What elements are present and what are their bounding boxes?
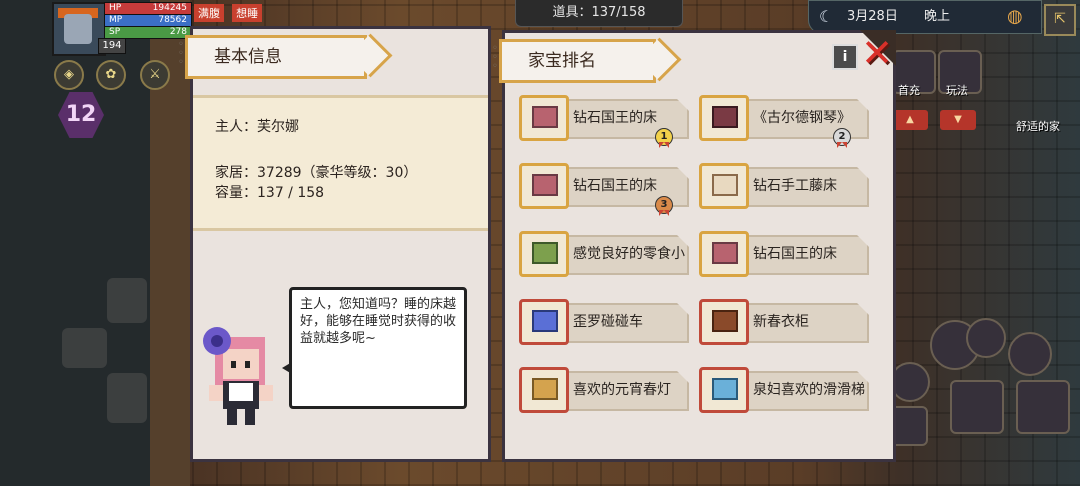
owner-text: 主人：芙尔娜	[215, 119, 299, 135]
lantern-icon	[519, 367, 569, 413]
item-name: 钻石手工藤床	[753, 178, 837, 194]
hp-label: HP	[109, 3, 122, 13]
items-count: 道具：137/158	[515, 0, 683, 27]
speech-bubble: 主人，您知道吗？睡的床越好，能够在睡觉时获得的收益就越多呢~	[282, 287, 467, 409]
face-icon	[64, 14, 92, 44]
date-text: 3月28日	[847, 9, 898, 24]
bed-icon	[519, 95, 569, 141]
ring-binder-icon: ◦ ◦ ◦	[492, 43, 498, 72]
globe-icon[interactable]: ◍	[1007, 1, 1023, 33]
silver-medal-icon: 2	[833, 128, 851, 154]
mp-label: MP	[109, 15, 123, 25]
sp-bar: SP 278	[104, 26, 192, 39]
item-name: 钻石国王的床	[573, 178, 657, 194]
bronze-medal-icon: 3	[655, 196, 673, 222]
basic-info-title: ◦ ◦ ◦ 基本信息	[178, 35, 367, 79]
first-charge-label: 首充	[898, 84, 920, 97]
ranking-item[interactable]: 泉妇喜欢的滑滑梯	[699, 367, 869, 413]
dpad-up[interactable]	[107, 278, 147, 323]
bow-icon[interactable]	[1016, 380, 1070, 434]
wardrobe-icon	[699, 299, 749, 345]
moon-icon: ☾	[819, 7, 834, 26]
item-name: 钻石国王的床	[753, 246, 837, 262]
snack-cart-icon	[519, 231, 569, 277]
bumper-car-icon	[519, 299, 569, 345]
basic-info-title-text: 基本信息	[214, 47, 282, 67]
dpad[interactable]	[62, 278, 192, 428]
date-bar: ☾ 3月28日 晚上 ◍	[808, 0, 1042, 34]
basic-info-panel: ◦ ◦ ◦ 基本信息 主人：芙尔娜 家居：37289（豪华等级：30） 容量：137…	[178, 26, 491, 462]
piano-icon	[699, 95, 749, 141]
furniture-text: 家居：37289（豪华等级：30）	[215, 165, 418, 181]
sword-attack-icon[interactable]	[950, 380, 1004, 434]
player-level-badge: 194	[98, 38, 126, 54]
ranking-item[interactable]: 钻石手工藤床	[699, 163, 869, 209]
gameplay-label: 玩法	[946, 84, 968, 97]
swap-icon[interactable]	[966, 318, 1006, 358]
maid-character-icon	[203, 327, 273, 425]
item-name: 喜欢的元宵春灯	[573, 382, 671, 398]
bed-icon	[519, 163, 569, 209]
compass-icon[interactable]	[890, 362, 930, 402]
mp-value: 78562	[158, 15, 187, 25]
sword-icon[interactable]: ⚔	[140, 60, 170, 90]
dpad-down[interactable]	[107, 373, 147, 423]
target-icon[interactable]	[1008, 332, 1052, 376]
item-name: 《古尔德钢琴》	[753, 110, 851, 126]
slide-icon	[699, 367, 749, 413]
item-name: 泉妇喜欢的滑滑梯	[753, 382, 865, 398]
item-name: 新春衣柜	[753, 314, 809, 330]
ranking-title: ◦ ◦ ◦ 家宝排名	[492, 39, 656, 83]
dpad-left[interactable]	[62, 328, 107, 368]
shield-icon[interactable]: ◈	[54, 60, 84, 90]
time-of-day: 晚上	[924, 9, 951, 24]
item-name: 钻石国王的床	[573, 110, 657, 126]
gold-medal-icon: 1	[655, 128, 673, 154]
gems-icon[interactable]: ✿	[96, 60, 126, 90]
sp-label: SP	[109, 27, 121, 37]
ranking-panel: ◦ ◦ ◦ 家宝排名 钻石国王的床 钻石国王的床 感觉良好的零食小 歪罗碰碰车 喜欢…	[492, 30, 896, 462]
status-full: 满腹	[194, 4, 224, 22]
info-button[interactable]: i	[832, 44, 858, 70]
item-name: 歪罗碰碰车	[573, 314, 643, 330]
home-label: 舒适的家	[1016, 120, 1060, 133]
item-name: 感觉良好的零食小	[573, 246, 685, 262]
ranking-item[interactable]: 歪罗碰碰车	[519, 299, 689, 345]
status-sleepy: 想睡	[232, 4, 263, 22]
chevron-down-icon[interactable]: ▼	[940, 110, 976, 130]
status-tabs: 满腹 想睡	[194, 2, 265, 22]
rattan-bed-icon	[699, 163, 749, 209]
ranking-item[interactable]: 新春衣柜	[699, 299, 869, 345]
ranking-item[interactable]: 喜欢的元宵春灯	[519, 367, 689, 413]
ranking-item[interactable]: 感觉良好的零食小	[519, 231, 689, 277]
capacity-text: 容量：137 / 158	[215, 185, 325, 201]
chevron-up-icon[interactable]: ▲	[892, 110, 928, 130]
info-box: 主人：芙尔娜 家居：37289（豪华等级：30） 容量：137 / 158	[193, 95, 488, 231]
hp-value: 194245	[152, 3, 187, 13]
ring-binder-icon: ◦ ◦ ◦	[178, 39, 184, 68]
collapse-button[interactable]: ⇱	[1044, 4, 1076, 36]
ranking-title-text: 家宝排名	[528, 51, 596, 71]
close-button[interactable]: ✕	[860, 34, 894, 72]
bed-icon	[699, 231, 749, 277]
ranking-item[interactable]: 钻石国王的床	[699, 231, 869, 277]
